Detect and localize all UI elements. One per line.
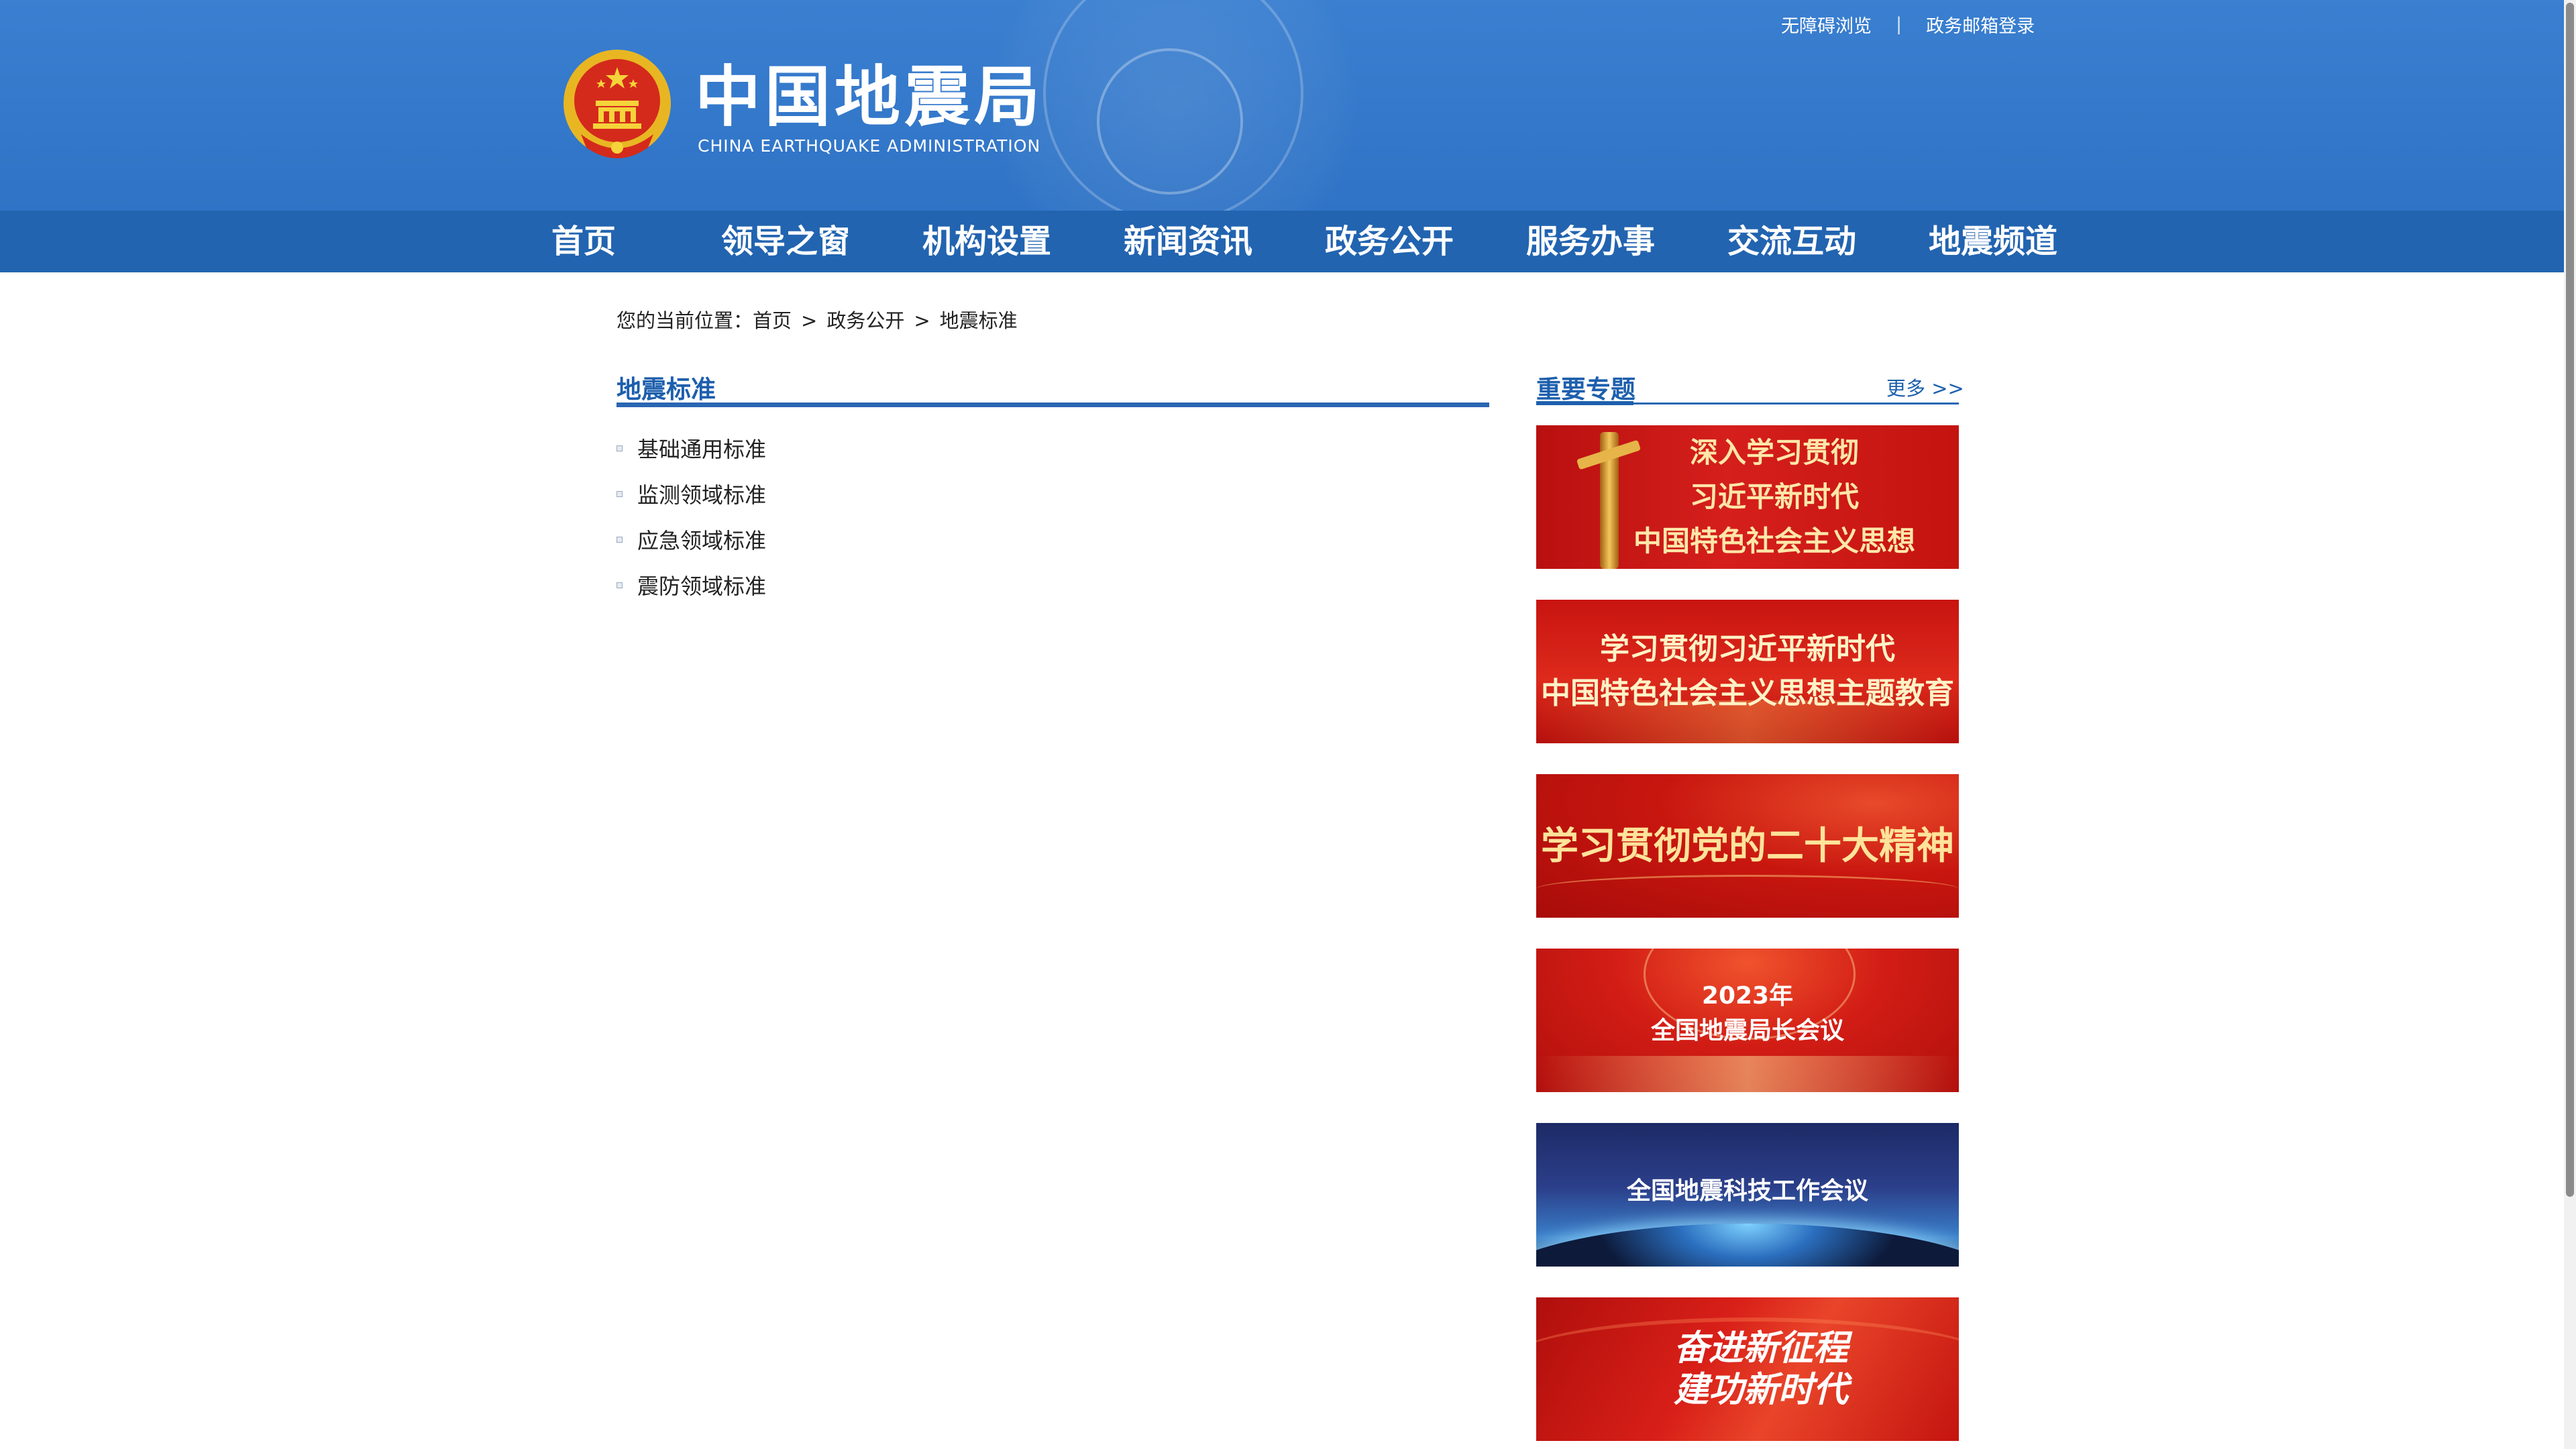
list-item[interactable]: 基础通用标准: [616, 425, 766, 471]
topic-banner[interactable]: 2023年 全国地震局长会议: [1536, 949, 1959, 1092]
national-emblem-icon[interactable]: [561, 47, 674, 164]
scrollbar-thumb[interactable]: [2566, 3, 2574, 1197]
bullet-icon: [616, 582, 623, 588]
nav-item-home[interactable]: 首页: [551, 211, 616, 272]
breadcrumb-separator: >: [914, 309, 930, 332]
topic-banner[interactable]: 全国地震科技工作会议: [1536, 1123, 1959, 1267]
site-logo-subtitle: CHINA EARTHQUAKE ADMINISTRATION: [698, 136, 1041, 156]
featured-topics-divider-accent: [1536, 401, 1633, 405]
main-nav: 首页 领导之窗 机构设置 新闻资讯 政务公开 服务办事 交流互动 地震频道: [0, 211, 2564, 272]
bullet-icon: [616, 490, 623, 497]
banner-title: 2023年 全国地震局长会议: [1650, 982, 1844, 1044]
more-link[interactable]: 更多 >>: [1886, 373, 1964, 401]
earth-horizon-icon: [1536, 1224, 1959, 1267]
breadcrumb: 您的当前位置：首页 > 政务公开 > 地震标准: [616, 305, 1018, 333]
breadcrumb-home[interactable]: 首页: [753, 309, 792, 332]
topic-banner[interactable]: 学习贯彻党的二十大精神: [1536, 774, 1959, 918]
header-decoration-ring: [1097, 48, 1243, 195]
banner-title: 学习贯彻习近平新时代 中国特色社会主义思想主题教育: [1541, 632, 1954, 710]
banner-decoration: [1536, 875, 1959, 904]
top-links: 无障碍浏览 | 政务邮箱登录: [1781, 11, 2035, 38]
nav-item-news[interactable]: 新闻资讯: [1124, 211, 1252, 272]
list-item[interactable]: 震防领域标准: [616, 562, 766, 608]
nav-item-gov-affairs[interactable]: 政务公开: [1325, 211, 1454, 272]
section-title: 地震标准: [616, 375, 716, 404]
section-title-divider: [616, 402, 1489, 407]
nav-item-services[interactable]: 服务办事: [1526, 211, 1655, 272]
list-item-label[interactable]: 监测领域标准: [637, 478, 766, 509]
top-links-separator: |: [1896, 13, 1902, 35]
list-item-label[interactable]: 震防领域标准: [637, 570, 766, 600]
nav-item-organization[interactable]: 机构设置: [922, 211, 1051, 272]
topic-banner[interactable]: 深入学习贯彻 习近平新时代 中国特色社会主义思想: [1536, 425, 1959, 569]
breadcrumb-current: 地震标准: [939, 309, 1018, 332]
list-item[interactable]: 监测领域标准: [616, 471, 766, 517]
bullet-icon: [616, 445, 623, 451]
breadcrumb-gov-affairs[interactable]: 政务公开: [826, 309, 904, 332]
topic-banner[interactable]: 奋进新征程 建功新时代: [1536, 1297, 1959, 1441]
nav-item-earthquake-channel[interactable]: 地震频道: [1929, 211, 2057, 272]
bullet-icon: [616, 536, 623, 543]
topic-banner[interactable]: 学习贯彻习近平新时代 中国特色社会主义思想主题教育: [1536, 600, 1959, 743]
list-item-label[interactable]: 应急领域标准: [637, 524, 766, 555]
banner-decoration: [1536, 1056, 1959, 1092]
banner-title: 全国地震科技工作会议: [1626, 1177, 1868, 1205]
list-item-label[interactable]: 基础通用标准: [637, 433, 766, 464]
nav-item-interaction[interactable]: 交流互动: [1727, 211, 1856, 272]
standards-list: 基础通用标准 监测领域标准 应急领域标准 震防领域标准: [616, 425, 766, 608]
breadcrumb-prefix: 您的当前位置：: [616, 309, 753, 332]
gov-email-login-link[interactable]: 政务邮箱登录: [1926, 11, 2035, 38]
site-logo-title[interactable]: 中国地震局: [695, 60, 1044, 134]
accessibility-link[interactable]: 无障碍浏览: [1781, 11, 1872, 38]
site-header: 无障碍浏览 | 政务邮箱登录 中国地震局 CHINA EARTHQUAKE AD…: [0, 0, 2564, 211]
banner-title: 奋进新征程 建功新时代: [1673, 1328, 1848, 1410]
banner-title: 深入学习贯彻 习近平新时代 中国特色社会主义思想: [1633, 436, 1915, 557]
list-item[interactable]: 应急领域标准: [616, 517, 766, 562]
breadcrumb-separator: >: [801, 309, 818, 332]
banner-title: 学习贯彻党的二十大精神: [1541, 824, 1954, 868]
nav-item-leadership[interactable]: 领导之窗: [721, 211, 850, 272]
page-scrollbar[interactable]: [2564, 0, 2576, 1449]
featured-topics-title: 重要专题: [1536, 375, 1635, 404]
